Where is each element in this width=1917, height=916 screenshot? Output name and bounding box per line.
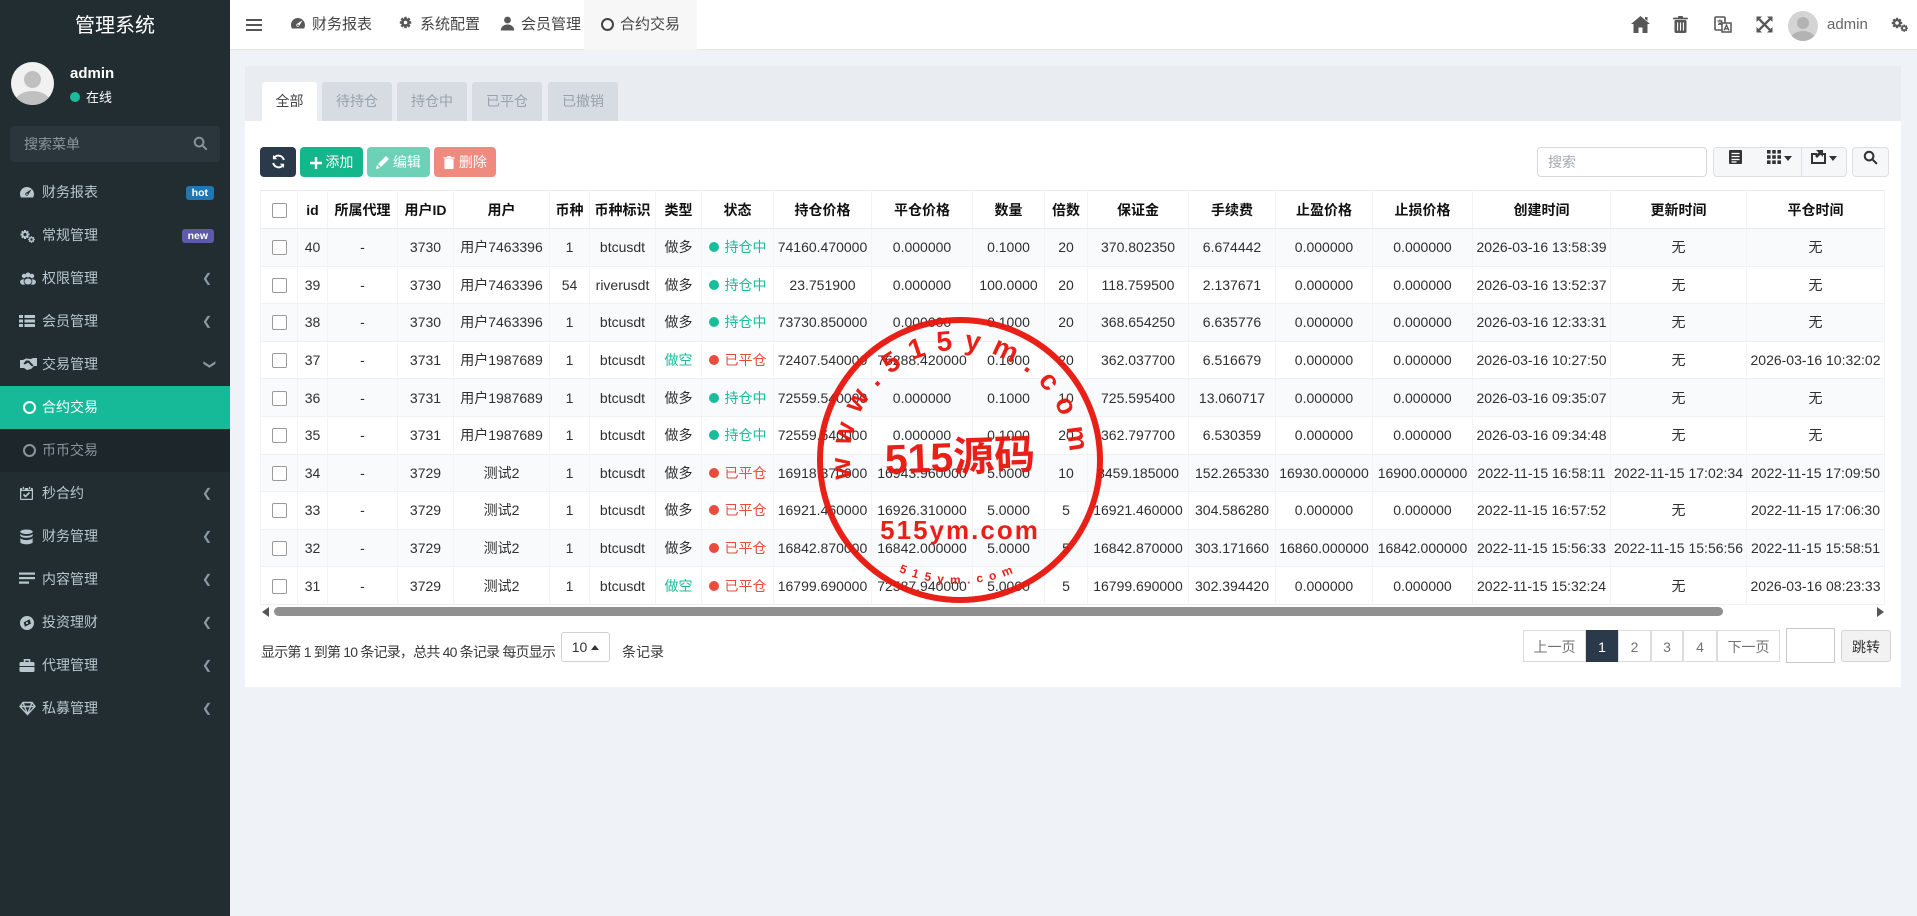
svg-text:515ym.com: 515ym.com [880,515,1040,545]
svg-text:515源码: 515源码 [884,431,1036,482]
svg-text:515ym.com: 515ym.com [898,560,1021,586]
